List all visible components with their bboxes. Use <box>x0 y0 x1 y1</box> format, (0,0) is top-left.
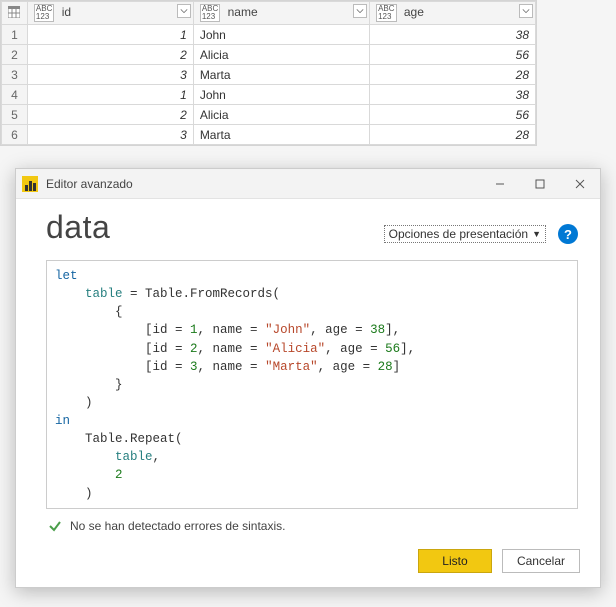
table-row[interactable]: 5 2 Alicia 56 <box>2 105 536 125</box>
cell-name[interactable]: Marta <box>193 125 369 145</box>
presentation-options-dropdown[interactable]: Opciones de presentación ▼ <box>384 225 546 243</box>
cell-age[interactable]: 56 <box>370 105 536 125</box>
cell-age[interactable]: 56 <box>370 45 536 65</box>
column-header-label: name <box>228 5 258 19</box>
minimize-button[interactable] <box>486 174 514 194</box>
query-name-heading: data <box>46 209 110 246</box>
datatype-any-icon: ABC123 <box>34 4 54 22</box>
m-code-editor[interactable]: let table = Table.FromRecords( { [id = 1… <box>46 260 578 509</box>
maximize-button[interactable] <box>526 174 554 194</box>
row-number: 3 <box>2 65 28 85</box>
table-row[interactable]: 1 1 John 38 <box>2 25 536 45</box>
table-corner-icon[interactable] <box>2 2 28 25</box>
table-row[interactable]: 3 3 Marta 28 <box>2 65 536 85</box>
cell-id[interactable]: 2 <box>27 45 193 65</box>
cell-age[interactable]: 38 <box>370 25 536 45</box>
presentation-options-label: Opciones de presentación <box>389 227 528 241</box>
row-number: 5 <box>2 105 28 125</box>
cell-name[interactable]: John <box>193 85 369 105</box>
cell-id[interactable]: 3 <box>27 65 193 85</box>
chevron-down-icon: ▼ <box>532 229 541 239</box>
row-number: 1 <box>2 25 28 45</box>
table-row[interactable]: 2 2 Alicia 56 <box>2 45 536 65</box>
datatype-any-icon: ABC123 <box>200 4 220 22</box>
row-number: 2 <box>2 45 28 65</box>
cell-name[interactable]: Alicia <box>193 105 369 125</box>
cell-age[interactable]: 28 <box>370 125 536 145</box>
window-title: Editor avanzado <box>46 177 478 191</box>
query-preview-table: ABC123 id ABC123 name <box>0 0 537 146</box>
column-header-name[interactable]: ABC123 name <box>193 2 369 25</box>
cell-name[interactable]: John <box>193 25 369 45</box>
cell-name[interactable]: Alicia <box>193 45 369 65</box>
datatype-any-icon: ABC123 <box>376 4 396 22</box>
syntax-status: No se han detectado errores de sintaxis. <box>46 509 578 533</box>
done-button[interactable]: Listo <box>418 549 492 573</box>
column-header-age[interactable]: ABC123 age <box>370 2 536 25</box>
column-header-label: age <box>404 5 424 19</box>
syntax-status-text: No se han detectado errores de sintaxis. <box>70 519 285 533</box>
close-button[interactable] <box>566 174 594 194</box>
cell-name[interactable]: Marta <box>193 65 369 85</box>
powerbi-icon <box>22 176 38 192</box>
column-filter-dropdown[interactable] <box>519 4 533 18</box>
cell-id[interactable]: 1 <box>27 85 193 105</box>
cell-age[interactable]: 38 <box>370 85 536 105</box>
cell-age[interactable]: 28 <box>370 65 536 85</box>
cell-id[interactable]: 2 <box>27 105 193 125</box>
row-number: 4 <box>2 85 28 105</box>
cancel-button[interactable]: Cancelar <box>502 549 580 573</box>
help-icon[interactable]: ? <box>558 224 578 244</box>
window-titlebar[interactable]: Editor avanzado <box>16 169 600 199</box>
cell-id[interactable]: 3 <box>27 125 193 145</box>
checkmark-icon <box>48 519 62 533</box>
cell-id[interactable]: 1 <box>27 25 193 45</box>
column-filter-dropdown[interactable] <box>353 4 367 18</box>
table-row[interactable]: 6 3 Marta 28 <box>2 125 536 145</box>
row-number: 6 <box>2 125 28 145</box>
column-filter-dropdown[interactable] <box>177 4 191 18</box>
column-header-id[interactable]: ABC123 id <box>27 2 193 25</box>
advanced-editor-window: Editor avanzado data Opciones de present… <box>15 168 601 588</box>
table-row[interactable]: 4 1 John 38 <box>2 85 536 105</box>
column-header-label: id <box>62 5 71 19</box>
